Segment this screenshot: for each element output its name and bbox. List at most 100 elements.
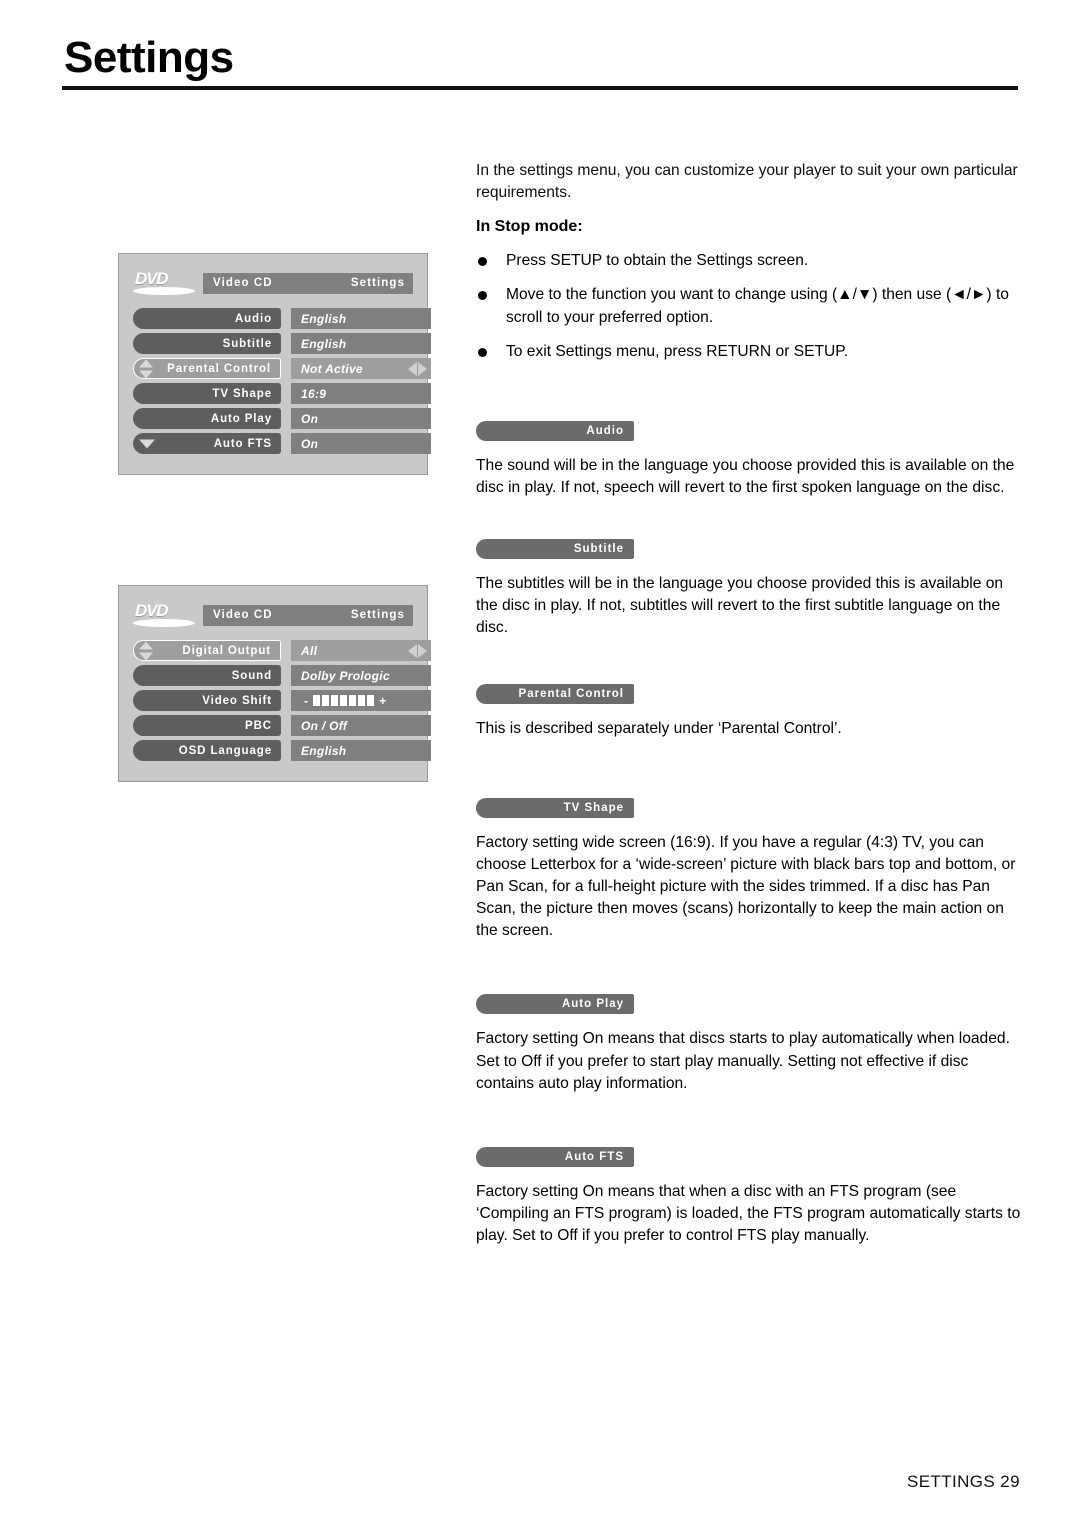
osd-label-parental-control: Parental Control — [133, 358, 281, 379]
osd-disc-type-2: Video CD — [213, 609, 273, 621]
section-body-subtitle: The subtitles will be in the language yo… — [476, 575, 1004, 637]
up-down-arrows-icon-2 — [138, 641, 154, 660]
osd-row-pbc[interactable]: PBC On / Off — [133, 715, 431, 736]
section-body-auto-fts: Factory setting On means that when a dis… — [476, 1182, 1021, 1245]
osd-value-video-shift[interactable]: - + — [291, 690, 431, 711]
dvd-logo-text-2: DVD — [135, 601, 169, 620]
section-audio: Audio The sound will be in the language … — [476, 420, 1021, 499]
osd-value-tv-shape[interactable]: 16:9 — [291, 383, 431, 404]
osd-header-2: DVD Video CD Settings — [133, 601, 413, 628]
osd-value-parental-control[interactable]: Not Active — [291, 358, 431, 379]
osd-screens-column: DVD Video CD Settings Audio English Subt… — [118, 253, 431, 782]
osd-row-sound[interactable]: Sound Dolby Prologic — [133, 665, 431, 686]
osd-row-parental-control[interactable]: Parental Control Not Active — [133, 358, 431, 379]
osd-value-audio[interactable]: English — [291, 308, 431, 329]
left-right-arrows-icon-2[interactable] — [408, 643, 427, 658]
osd-disc-type-1: Video CD — [213, 277, 273, 289]
osd-value-subtitle[interactable]: English — [291, 333, 431, 354]
instruction-list: Press SETUP to obtain the Settings scree… — [476, 250, 1021, 363]
osd-row-auto-play[interactable]: Auto Play On — [133, 408, 431, 429]
osd-row-video-shift[interactable]: Video Shift - + — [133, 690, 431, 711]
osd-value-text-sound: Dolby Prologic — [301, 668, 390, 683]
list-item-text: Move to the function you want to change … — [506, 286, 1009, 326]
section-subtitle: Subtitle The subtitles will be in the la… — [476, 539, 1021, 639]
osd-value-text-parental-control: Not Active — [301, 361, 363, 376]
osd-label-video-shift: Video Shift — [133, 690, 281, 711]
section-parental-control: Parental Control This is described separ… — [476, 683, 1021, 740]
section-pill-auto-play: Auto Play — [476, 994, 634, 1015]
osd-value-text-auto-play: On — [301, 411, 319, 426]
dvd-disc-shape — [133, 287, 195, 295]
osd-screen-title-1: Settings — [350, 277, 405, 289]
list-item-text: To exit Settings menu, press RETURN or S… — [506, 342, 849, 360]
section-body-tv-shape: Factory setting wide screen (16:9). If y… — [476, 833, 1016, 940]
osd-label-auto-play: Auto Play — [133, 408, 281, 429]
osd-value-pbc[interactable]: On / Off — [291, 715, 431, 736]
up-down-arrows-icon — [138, 359, 154, 378]
osd-label-digital-output: Digital Output — [133, 640, 281, 661]
list-item: Press SETUP to obtain the Settings scree… — [476, 250, 1021, 272]
gauge-plus-sign: + — [379, 693, 387, 708]
gauge-minus-sign: - — [304, 693, 309, 708]
osd-screen-title-2: Settings — [350, 609, 405, 621]
osd-label-tv-shape: TV Shape — [133, 383, 281, 404]
osd-row-digital-output[interactable]: Digital Output All — [133, 640, 431, 661]
osd-row-subtitle[interactable]: Subtitle English — [133, 333, 431, 354]
left-right-arrows-icon[interactable] — [408, 361, 427, 376]
page-footer: SETTINGS 29 — [906, 1472, 1020, 1491]
osd-label-auto-fts: Auto FTS — [133, 433, 281, 454]
section-tv-shape: TV Shape Factory setting wide screen (16… — [476, 797, 1021, 943]
osd-value-sound[interactable]: Dolby Prologic — [291, 665, 431, 686]
osd-value-text-auto-fts: On — [301, 436, 319, 451]
osd-value-osd-language[interactable]: English — [291, 740, 431, 761]
osd-row-tv-shape[interactable]: TV Shape 16:9 — [133, 383, 431, 404]
osd-title-bar-1: Video CD Settings — [203, 272, 413, 294]
section-pill-subtitle: Subtitle — [476, 539, 634, 560]
osd-label-text-digital-output: Digital Output — [182, 644, 271, 657]
osd-title-bar-2: Video CD Settings — [203, 604, 413, 626]
osd-value-text-osd-language: English — [301, 743, 347, 758]
osd-value-auto-fts[interactable]: On — [291, 433, 431, 454]
video-shift-gauge[interactable]: - + — [301, 694, 390, 708]
stop-mode-heading: In Stop mode: — [476, 218, 583, 236]
osd-label-pbc: PBC — [133, 715, 281, 736]
chevron-down-icon[interactable] — [139, 439, 155, 448]
bullet-dot-icon — [478, 347, 487, 357]
osd-value-text-pbc: On / Off — [301, 718, 348, 733]
bullet-dot-icon — [478, 291, 487, 301]
osd-value-auto-play[interactable]: On — [291, 408, 431, 429]
section-pill-auto-fts: Auto FTS — [476, 1146, 634, 1167]
osd-row-audio[interactable]: Audio English — [133, 308, 431, 329]
osd-row-osd-language[interactable]: OSD Language English — [133, 740, 431, 761]
osd-value-text-digital-output: All — [301, 643, 318, 658]
list-item-text: Press SETUP to obtain the Settings scree… — [506, 252, 809, 270]
osd-value-digital-output[interactable]: All — [291, 640, 431, 661]
dvd-logo-icon-2: DVD — [133, 601, 197, 628]
section-pill-tv-shape: TV Shape — [476, 797, 634, 818]
osd-label-subtitle: Subtitle — [133, 333, 281, 354]
osd-label-audio: Audio — [133, 308, 281, 329]
section-pill-parental-control: Parental Control — [476, 683, 634, 704]
dvd-logo-icon: DVD — [133, 269, 197, 296]
page-header: Settings — [62, 36, 1018, 90]
title-divider — [62, 86, 1018, 90]
section-body-parental-control: This is described separately under ‘Pare… — [476, 719, 842, 737]
section-auto-play: Auto Play Factory setting On means that … — [476, 994, 1021, 1094]
bullet-dot-icon — [478, 257, 487, 267]
section-auto-fts: Auto FTS Factory setting On means that w… — [476, 1146, 1021, 1247]
dvd-disc-shape-2 — [133, 619, 195, 627]
osd-screen-1: DVD Video CD Settings Audio English Subt… — [118, 253, 431, 475]
osd-label-text-auto-fts: Auto FTS — [213, 437, 272, 450]
intro-paragraph: In the settings menu, you can customize … — [476, 162, 1018, 202]
page-title: Settings — [64, 33, 234, 82]
osd-header-1: DVD Video CD Settings — [133, 269, 413, 296]
osd-value-text-audio: English — [301, 311, 347, 326]
dvd-logo-text: DVD — [135, 269, 169, 288]
osd-label-text-parental-control: Parental Control — [167, 362, 271, 375]
section-body-audio: The sound will be in the language you ch… — [476, 456, 1015, 496]
list-item: Move to the function you want to change … — [476, 284, 1021, 328]
osd-row-auto-fts[interactable]: Auto FTS On — [133, 433, 431, 454]
list-item: To exit Settings menu, press RETURN or S… — [476, 341, 1021, 363]
osd-screen-2: DVD Video CD Settings Digital Output All… — [118, 585, 431, 782]
osd-label-osd-language: OSD Language — [133, 740, 281, 761]
